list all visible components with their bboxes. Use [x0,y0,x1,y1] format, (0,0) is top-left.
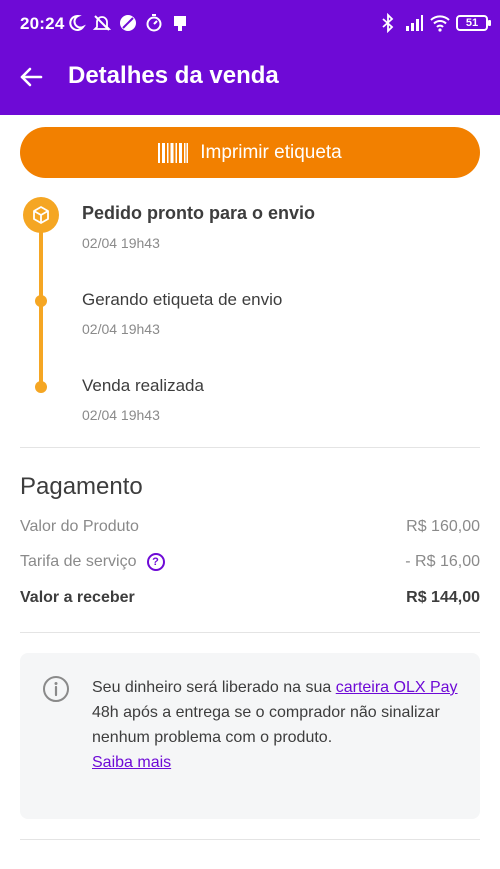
status-left-icons [66,13,190,33]
payment-row-value: R$ 160,00 [406,518,480,535]
barcode-icon [158,142,189,163]
clipboard-icon [174,16,186,31]
learn-more-link[interactable]: Saiba mais [92,754,171,771]
app-header: 20:24 51 Detalhes da venda [0,0,500,115]
notifications-off-icon [92,15,112,31]
payment-title: Pagamento [20,473,143,500]
print-label-button[interactable]: Imprimir etiqueta [20,127,480,178]
back-arrow-icon[interactable] [16,62,46,92]
payment-row-label: Tarifa de serviço [20,553,137,571]
package-icon [33,206,49,224]
payment-total-value: R$ 144,00 [406,589,480,606]
info-icon [43,676,69,702]
timeline-step-title: Pedido pronto para o envio [82,203,316,223]
wifi-icon [430,15,450,32]
timeline-dot [35,381,47,393]
timeline-step-title: Gerando etiqueta de envio [82,290,283,309]
info-message: Seu dinheiro será liberado na sua cartei… [92,675,462,775]
payment-row: Valor do Produto R$ 160,00 [20,518,480,536]
divider [20,632,480,633]
payment-total-row: Valor a receber R$ 144,00 [20,589,480,607]
timeline-step-date: 02/04 19h43 [82,235,160,251]
page-title: Detalhes da venda [68,62,279,89]
payment-total-label: Valor a receber [20,589,135,606]
info-text-before: Seu dinheiro será liberado na sua [92,679,336,696]
status-bar: 20:24 51 [0,0,500,50]
print-label-text: Imprimir etiqueta [200,141,342,163]
olx-pay-link[interactable]: carteira OLX Pay [336,679,458,696]
battery-indicator: 51 [456,15,491,31]
payment-row: Tarifa de serviço? - R$ 16,00 [20,553,480,571]
status-time: 20:24 [20,14,65,33]
timeline-step-date: 02/04 19h43 [82,321,160,337]
info-card: Seu dinheiro será liberado na sua cartei… [20,653,480,819]
signal-icon [406,15,423,31]
help-icon[interactable]: ? [146,553,165,571]
timeline-badge [23,197,59,233]
payment-row-label-wrap: Tarifa de serviço? [20,553,165,571]
info-text-after: 48h após a entrega se o comprador não si… [92,704,440,746]
status-right-icons: 51 [378,13,491,33]
bluetooth-icon [382,13,394,33]
data-saver-icon [120,15,136,31]
timeline-step-date: 02/04 19h43 [82,407,160,423]
timeline-dot [35,295,47,307]
divider [20,839,480,840]
timer-icon [146,14,162,32]
payment-row-value: - R$ 16,00 [405,553,480,571]
payment-row-label: Valor do Produto [20,518,139,535]
moon-icon [69,14,86,31]
timeline-step-title: Venda realizada [82,376,204,395]
divider [20,447,480,448]
